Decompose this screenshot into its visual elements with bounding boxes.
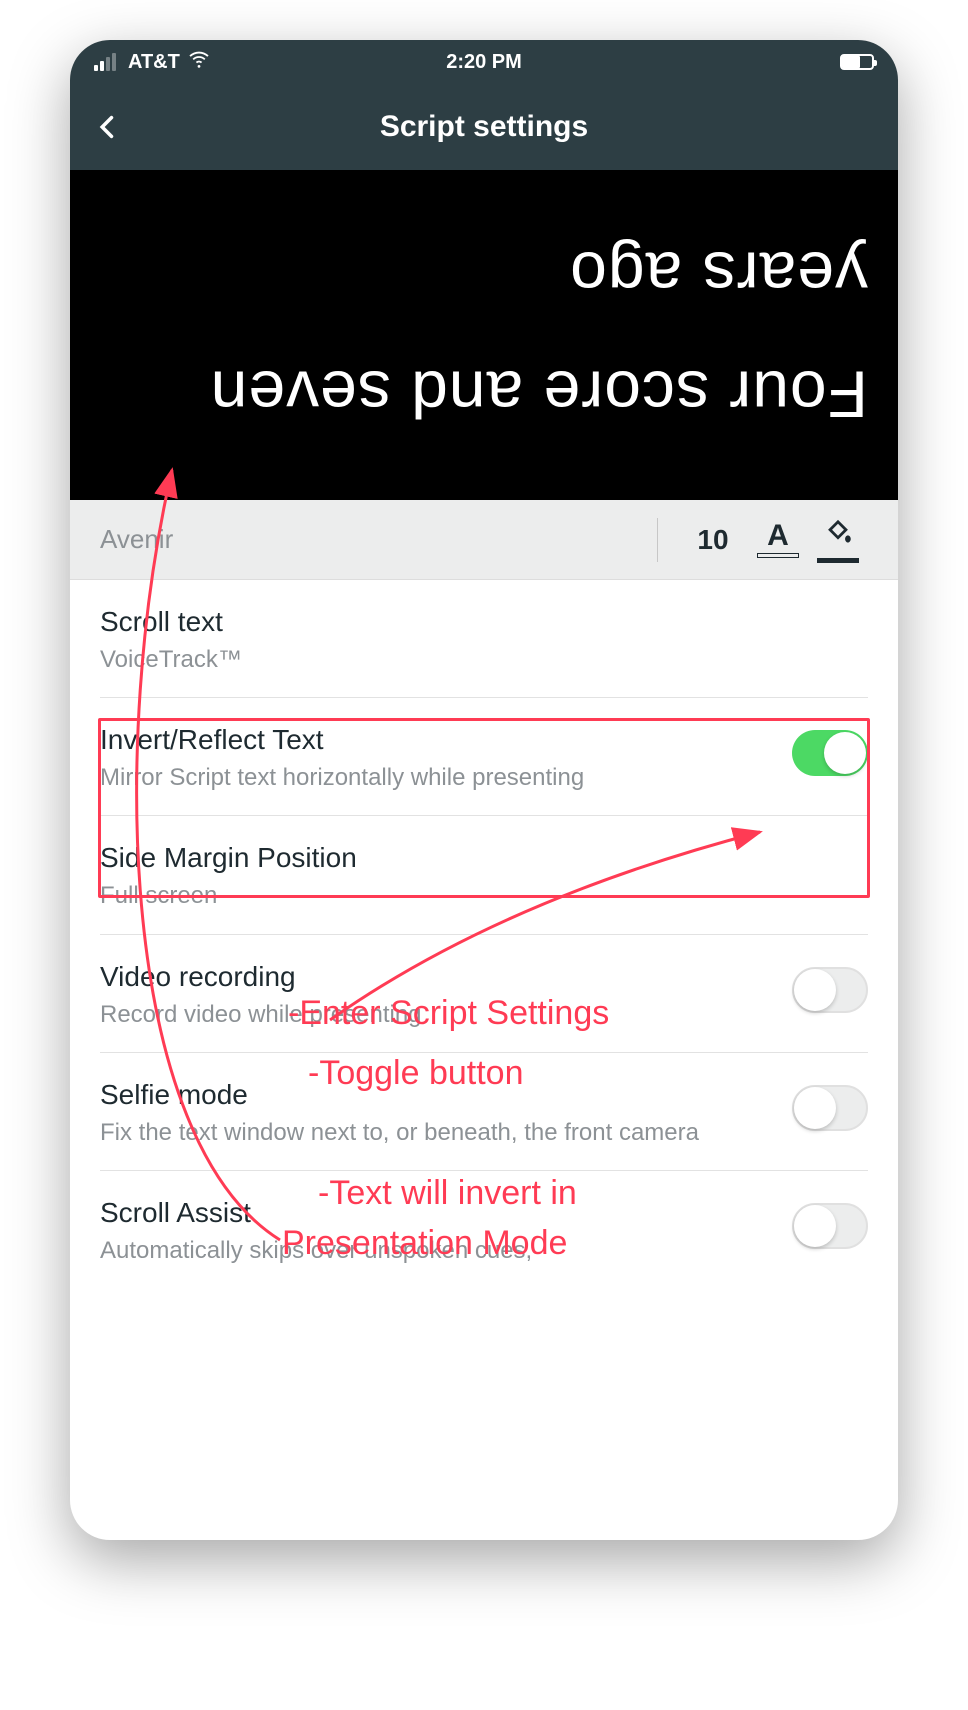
scroll-text-sub: VoiceTrack™ bbox=[100, 644, 848, 675]
video-recording-title: Video recording bbox=[100, 961, 772, 993]
scroll-text-title: Scroll text bbox=[100, 606, 848, 638]
invert-reflect-sub: Mirror Script text horizontally while pr… bbox=[100, 762, 772, 793]
side-margin-row[interactable]: Side Margin Position Full screen bbox=[100, 816, 868, 934]
video-recording-row: Video recording Record video while prese… bbox=[100, 935, 868, 1053]
scroll-assist-sub: Automatically skips over unspoken cues, bbox=[100, 1235, 772, 1266]
script-preview: Four score and seven years ago bbox=[70, 170, 898, 500]
status-time: 2:20 PM bbox=[446, 51, 522, 74]
status-left: AT&T bbox=[94, 48, 210, 76]
scroll-assist-title: Scroll Assist bbox=[100, 1197, 772, 1229]
carrier-label: AT&T bbox=[128, 51, 180, 74]
divider bbox=[657, 518, 658, 562]
selfie-mode-row: Selfie mode Fix the text window next to,… bbox=[100, 1053, 868, 1171]
side-margin-sub: Full screen bbox=[100, 880, 848, 911]
preview-text: Four score and seven years ago bbox=[100, 216, 868, 454]
invert-reflect-title: Invert/Reflect Text bbox=[100, 724, 772, 756]
wifi-icon bbox=[188, 48, 210, 76]
page-title: Script settings bbox=[380, 110, 588, 144]
format-bar: Avenir 10 A bbox=[70, 500, 898, 580]
scroll-assist-row: Scroll Assist Automatically skips over u… bbox=[100, 1171, 868, 1288]
battery-icon bbox=[840, 54, 874, 70]
text-color-button[interactable]: A bbox=[748, 521, 808, 558]
phone-frame: AT&T 2:20 PM Script settings Four score … bbox=[70, 40, 898, 1540]
selfie-mode-toggle[interactable] bbox=[792, 1085, 868, 1131]
scroll-text-row[interactable]: Scroll text VoiceTrack™ bbox=[100, 580, 868, 698]
back-button[interactable] bbox=[94, 113, 122, 141]
selfie-mode-title: Selfie mode bbox=[100, 1079, 772, 1111]
font-size-selector[interactable]: 10 bbox=[678, 524, 748, 556]
invert-reflect-row: Invert/Reflect Text Mirror Script text h… bbox=[100, 698, 868, 816]
font-family-selector[interactable]: Avenir bbox=[100, 524, 637, 555]
fill-color-button[interactable] bbox=[808, 517, 868, 563]
invert-reflect-toggle[interactable] bbox=[792, 730, 868, 776]
scroll-assist-toggle[interactable] bbox=[792, 1203, 868, 1249]
selfie-mode-sub: Fix the text window next to, or beneath,… bbox=[100, 1117, 772, 1148]
status-bar: AT&T 2:20 PM bbox=[70, 40, 898, 84]
settings-list: Scroll text VoiceTrack™ Invert/Reflect T… bbox=[70, 580, 898, 1288]
status-right bbox=[840, 54, 874, 70]
side-margin-title: Side Margin Position bbox=[100, 842, 848, 874]
video-recording-toggle[interactable] bbox=[792, 967, 868, 1013]
video-recording-sub: Record video while presenting bbox=[100, 999, 772, 1030]
signal-bars-icon bbox=[94, 53, 116, 71]
nav-bar: Script settings bbox=[70, 84, 898, 170]
